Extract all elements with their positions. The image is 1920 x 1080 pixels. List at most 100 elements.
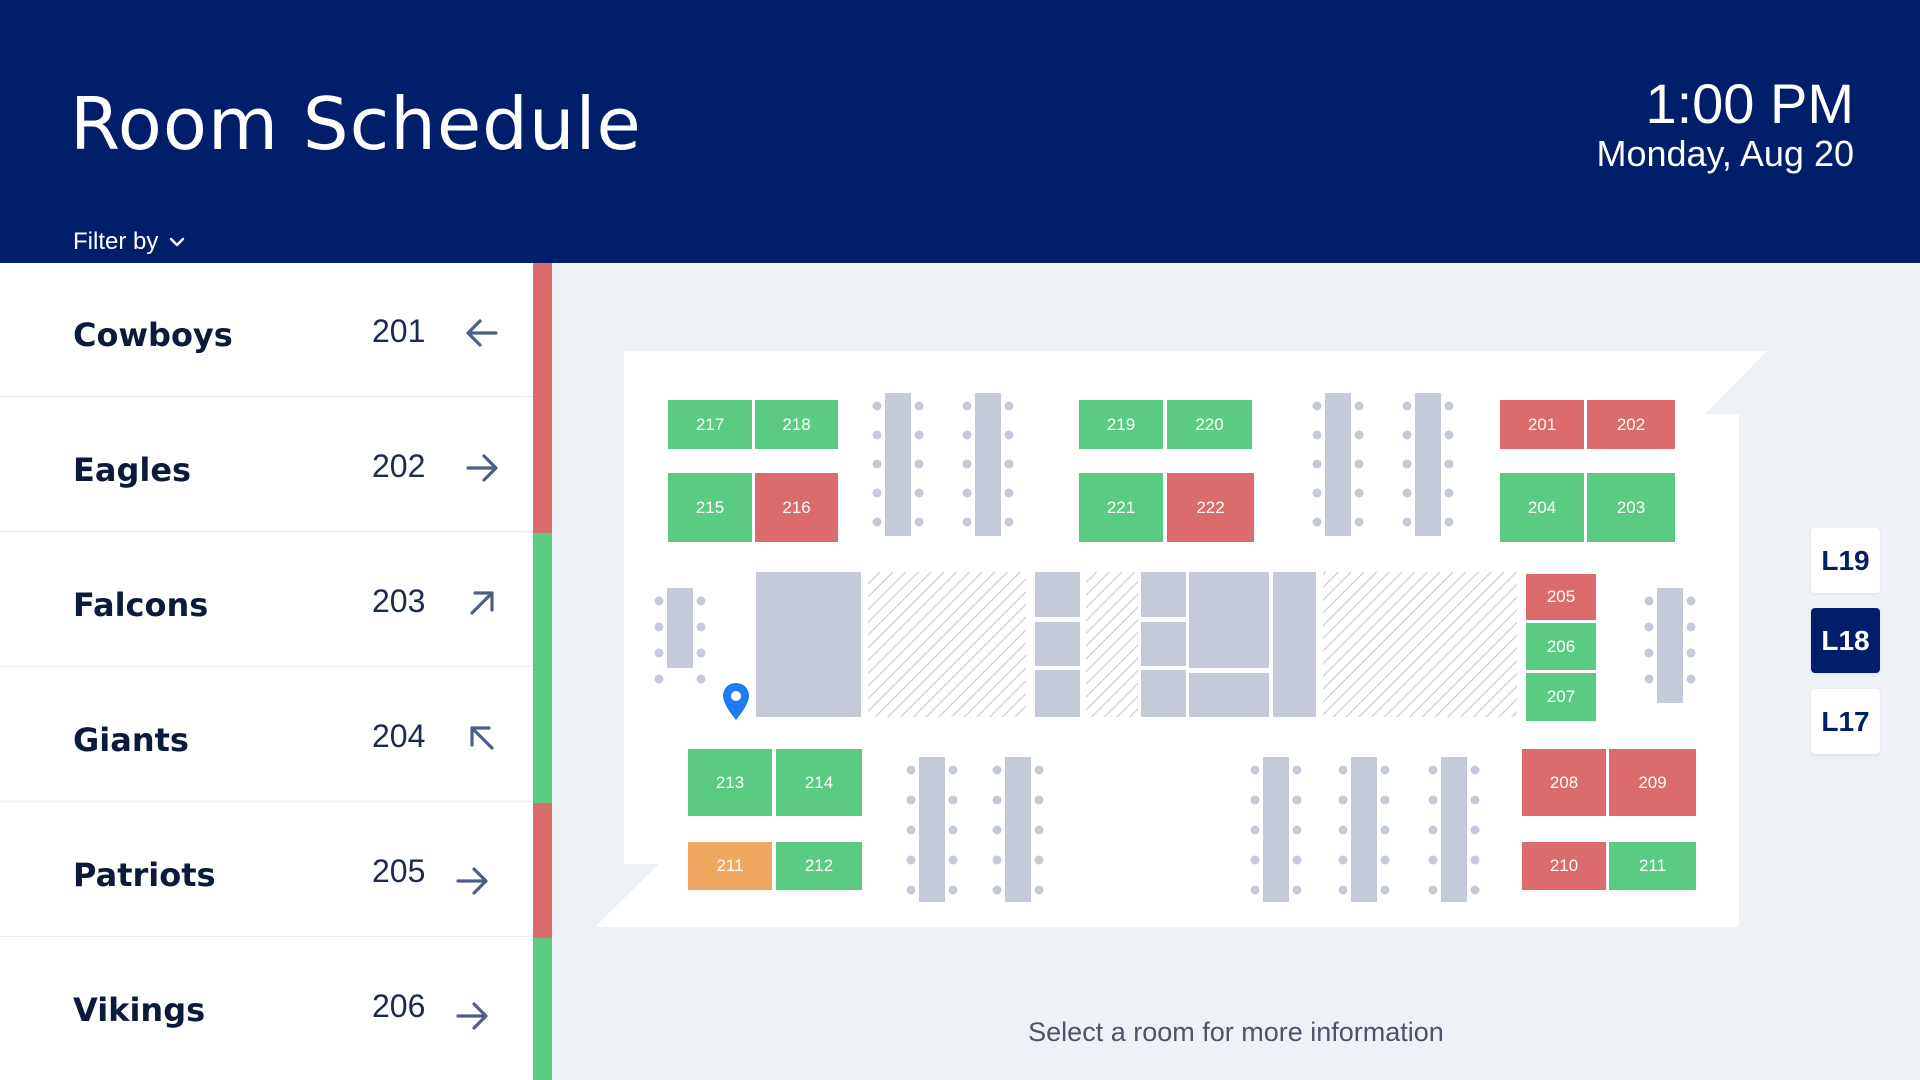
map-room[interactable]: 211	[1609, 842, 1696, 890]
arrow-up-right-icon	[470, 591, 494, 615]
chair	[1338, 795, 1348, 805]
map-room[interactable]: 217	[668, 400, 752, 449]
floor-button-l18[interactable]: L18	[1811, 608, 1880, 673]
map-room[interactable]: 216	[755, 473, 838, 542]
chair	[1444, 401, 1454, 411]
map-room[interactable]: 210	[1522, 842, 1606, 890]
chair	[1470, 885, 1480, 895]
desk	[919, 757, 945, 902]
floor-button-l17[interactable]: L17	[1811, 689, 1880, 754]
map-room[interactable]: 212	[776, 842, 862, 890]
map-room[interactable]: 205	[1526, 574, 1596, 620]
header: Room Schedule Filter by 1:00 PM Monday, …	[0, 0, 1920, 263]
chair	[696, 596, 706, 606]
chair	[1312, 401, 1322, 411]
arrow-right-icon	[456, 1002, 488, 1030]
arrow-left-icon	[466, 319, 498, 347]
filter-dropdown[interactable]: Filter by	[73, 228, 186, 256]
restricted-area	[868, 572, 1026, 717]
room-row-eagles[interactable]: Eagles 202	[0, 398, 552, 533]
map-room[interactable]: 214	[776, 749, 862, 816]
chair	[1354, 430, 1364, 440]
room-row-falcons[interactable]: Falcons 203	[0, 533, 552, 668]
chair	[1644, 674, 1654, 684]
chair	[992, 765, 1002, 775]
chair	[1004, 488, 1014, 498]
room-number: 203	[372, 583, 426, 619]
restricted-area	[1323, 572, 1517, 717]
core-block	[756, 572, 861, 717]
map-room[interactable]: 222	[1167, 473, 1254, 542]
chair	[872, 430, 882, 440]
chair	[1292, 795, 1302, 805]
room-row-cowboys[interactable]: Cowboys 201	[0, 263, 552, 398]
chair	[1004, 430, 1014, 440]
core-block	[1141, 670, 1186, 717]
chair	[696, 648, 706, 658]
chair	[654, 596, 664, 606]
floor-plan	[595, 351, 1767, 927]
chair	[1428, 855, 1438, 865]
room-list: Cowboys 201 Eagles 202 Falcons 203 Giant…	[0, 263, 552, 1080]
chair	[1292, 765, 1302, 775]
map-pin-icon	[723, 683, 749, 720]
chair	[1686, 674, 1696, 684]
filter-label: Filter by	[73, 228, 159, 255]
chair	[906, 795, 916, 805]
desk	[1441, 757, 1467, 902]
chair	[1312, 459, 1322, 469]
room-row-giants[interactable]: Giants 204	[0, 668, 552, 803]
map-room[interactable]: 201	[1500, 400, 1584, 449]
room-name: Patriots	[73, 856, 216, 894]
map-room[interactable]: 215	[668, 473, 752, 542]
chair	[872, 459, 882, 469]
map-room[interactable]: 202	[1587, 400, 1675, 449]
arrow-right-icon	[456, 867, 488, 895]
chair	[1380, 825, 1390, 835]
map-room[interactable]: 218	[755, 400, 838, 449]
chair	[1292, 825, 1302, 835]
clock: 1:00 PM Monday, Aug 20	[1596, 74, 1854, 174]
map-room[interactable]: 213	[688, 749, 772, 816]
chair	[1470, 795, 1480, 805]
chair	[1686, 648, 1696, 658]
room-number: 205	[372, 853, 426, 889]
chair	[1312, 517, 1322, 527]
chair	[1470, 825, 1480, 835]
room-number: 202	[372, 448, 426, 484]
core-block	[1035, 670, 1080, 717]
chair	[1444, 488, 1454, 498]
room-number: 201	[372, 313, 426, 349]
room-row-vikings[interactable]: Vikings 206	[0, 938, 552, 1080]
chair	[1250, 885, 1260, 895]
chair	[1444, 459, 1454, 469]
room-row-patriots[interactable]: Patriots 205	[0, 803, 552, 938]
map-room[interactable]: 206	[1526, 623, 1596, 670]
chevron-down-icon	[170, 237, 185, 247]
chair	[1250, 765, 1260, 775]
chair	[992, 885, 1002, 895]
desk	[1351, 757, 1377, 902]
chair	[1686, 622, 1696, 632]
floor-button-l19[interactable]: L19	[1811, 528, 1880, 593]
map-room[interactable]: 209	[1609, 749, 1696, 816]
map-room[interactable]: 211	[688, 842, 772, 890]
map-room[interactable]: 203	[1587, 473, 1675, 542]
room-name: Vikings	[73, 991, 206, 1029]
map-room[interactable]: 207	[1526, 673, 1596, 721]
desk	[1657, 588, 1683, 703]
map-room[interactable]: 220	[1167, 400, 1252, 449]
map-room[interactable]: 221	[1079, 473, 1163, 542]
map-room[interactable]: 204	[1500, 473, 1584, 542]
core-block	[1273, 572, 1316, 717]
chair	[906, 825, 916, 835]
map-room[interactable]: 208	[1522, 749, 1606, 816]
core-block	[1189, 673, 1269, 717]
map-room[interactable]: 219	[1079, 400, 1163, 449]
chair	[1034, 825, 1044, 835]
chair	[1444, 517, 1454, 527]
chair	[1644, 648, 1654, 658]
chair	[948, 825, 958, 835]
chair	[1034, 795, 1044, 805]
chair	[1250, 855, 1260, 865]
